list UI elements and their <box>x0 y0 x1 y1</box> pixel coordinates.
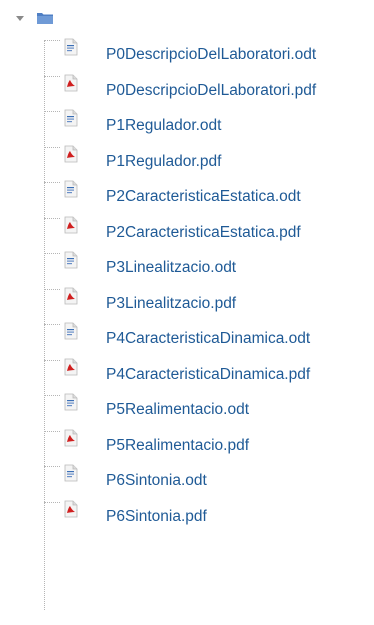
file-link[interactable]: P3Linealitzacio.odt <box>106 259 236 277</box>
odt-file-icon <box>62 322 80 340</box>
list-item: P0DescripcioDelLaboratori.odt <box>0 36 374 72</box>
file-link[interactable]: P4CaracteristicaDinamica.pdf <box>106 366 310 384</box>
pdf-file-icon <box>62 145 80 163</box>
pdf-file-icon <box>62 500 80 518</box>
file-link[interactable]: P0DescripcioDelLaboratori.pdf <box>106 82 316 100</box>
tree-branch-line <box>44 40 60 41</box>
odt-file-icon <box>62 38 80 56</box>
tree-branch-line <box>44 288 60 290</box>
tree-branch-line <box>44 146 60 148</box>
file-link[interactable]: P6Sintonia.pdf <box>106 508 207 526</box>
pdf-file-icon <box>62 216 80 234</box>
tree-branch-line <box>44 217 60 219</box>
list-item: P0DescripcioDelLaboratori.pdf <box>0 72 374 108</box>
file-link[interactable]: P1Regulador.odt <box>106 117 221 135</box>
list-item: P4CaracteristicaDinamica.odt <box>0 320 374 356</box>
list-item: P2CaracteristicaEstatica.pdf <box>0 214 374 250</box>
file-link[interactable]: P4CaracteristicaDinamica.odt <box>106 330 310 348</box>
pdf-file-icon <box>62 74 80 92</box>
list-item: P3Linealitzacio.odt <box>0 249 374 285</box>
file-link[interactable]: P2CaracteristicaEstatica.pdf <box>106 224 301 242</box>
tree-root-row[interactable] <box>14 8 54 28</box>
list-item: P4CaracteristicaDinamica.pdf <box>0 356 374 392</box>
tree-branch-line <box>44 253 60 254</box>
file-link[interactable]: P6Sintonia.odt <box>106 472 207 490</box>
list-item: P5Realimentacio.odt <box>0 391 374 427</box>
pdf-file-icon <box>62 358 80 376</box>
file-link[interactable]: P5Realimentacio.odt <box>106 401 249 419</box>
list-item: P1Regulador.odt <box>0 107 374 143</box>
file-link[interactable]: P1Regulador.pdf <box>106 153 221 171</box>
odt-file-icon <box>62 251 80 269</box>
tree-branch-line <box>44 359 60 361</box>
odt-file-icon <box>62 109 80 127</box>
tree-branch-line <box>44 395 60 396</box>
file-link[interactable]: P2CaracteristicaEstatica.odt <box>106 188 301 206</box>
pdf-file-icon <box>62 429 80 447</box>
odt-file-icon <box>62 180 80 198</box>
tree-branch-line <box>44 182 60 183</box>
folder-icon[interactable] <box>36 11 54 25</box>
list-item: P5Realimentacio.pdf <box>0 427 374 463</box>
tree-branch-line <box>44 324 60 325</box>
tree-branch-line <box>44 75 60 77</box>
list-item: P1Regulador.pdf <box>0 143 374 179</box>
file-link[interactable]: P5Realimentacio.pdf <box>106 437 249 455</box>
tree-branch-line <box>44 466 60 467</box>
tree-branch-line <box>44 430 60 432</box>
triangle-down-icon[interactable] <box>14 12 26 24</box>
tree-branch-line <box>44 501 60 503</box>
list-item: P6Sintonia.pdf <box>0 498 374 534</box>
file-link[interactable]: P3Linealitzacio.pdf <box>106 295 236 313</box>
list-item: P2CaracteristicaEstatica.odt <box>0 178 374 214</box>
odt-file-icon <box>62 393 80 411</box>
file-link[interactable]: P0DescripcioDelLaboratori.odt <box>106 46 316 64</box>
file-tree: P0DescripcioDelLaboratori.odt P0Descripc… <box>0 0 374 625</box>
list-item: P6Sintonia.odt <box>0 462 374 498</box>
tree-branch-line <box>44 111 60 112</box>
file-list: P0DescripcioDelLaboratori.odt P0Descripc… <box>0 36 374 533</box>
odt-file-icon <box>62 464 80 482</box>
list-item: P3Linealitzacio.pdf <box>0 285 374 321</box>
pdf-file-icon <box>62 287 80 305</box>
